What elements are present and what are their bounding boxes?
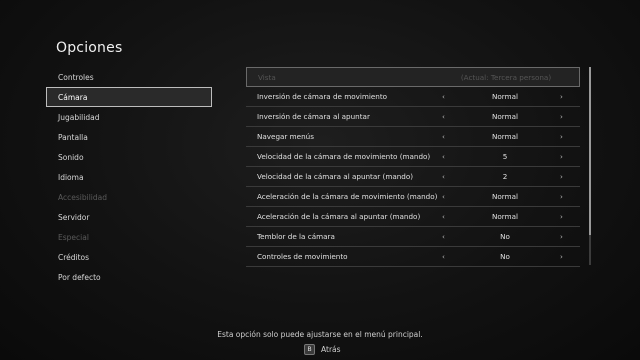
chevron-right-icon[interactable]: › bbox=[560, 127, 563, 147]
back-label: Atrás bbox=[321, 345, 341, 354]
scrollbar[interactable] bbox=[589, 67, 591, 265]
chevron-right-icon[interactable]: › bbox=[560, 167, 563, 187]
setting-label: Controles de movimiento bbox=[257, 252, 348, 261]
setting-row-velocidad-movimiento[interactable]: Velocidad de la cámara de movimiento (ma… bbox=[246, 147, 580, 167]
setting-label: Velocidad de la cámara al apuntar (mando… bbox=[257, 172, 414, 181]
chevron-right-icon[interactable]: › bbox=[560, 207, 563, 227]
sidebar-item-jugabilidad[interactable]: Jugabilidad bbox=[46, 107, 212, 127]
setting-value: Normal bbox=[491, 92, 518, 101]
sidebar-item-creditos[interactable]: Créditos bbox=[46, 247, 212, 267]
setting-row-vista: Vista (Actual: Tercera persona) bbox=[246, 67, 580, 87]
setting-label: Vista bbox=[258, 73, 276, 82]
scrollbar-thumb[interactable] bbox=[589, 67, 591, 235]
setting-label: Inversión de cámara al apuntar bbox=[257, 112, 370, 121]
setting-value: Normal bbox=[491, 112, 518, 121]
setting-value: No bbox=[500, 252, 510, 261]
chevron-left-icon[interactable]: ‹ bbox=[442, 187, 445, 207]
setting-row-controles-movimiento[interactable]: Controles de movimiento ‹ No › bbox=[246, 247, 580, 267]
setting-value: Normal bbox=[491, 192, 518, 201]
setting-row-aceleracion-movimiento[interactable]: Aceleración de la cámara de movimiento (… bbox=[246, 187, 580, 207]
chevron-left-icon[interactable]: ‹ bbox=[442, 227, 445, 247]
setting-row-inversion-apuntar[interactable]: Inversión de cámara al apuntar ‹ Normal … bbox=[246, 107, 580, 127]
chevron-left-icon[interactable]: ‹ bbox=[442, 167, 445, 187]
options-screen: Opciones Controles Cámara Jugabilidad Pa… bbox=[0, 0, 640, 360]
page-title: Opciones bbox=[56, 40, 123, 56]
chevron-right-icon[interactable]: › bbox=[560, 187, 563, 207]
chevron-left-icon[interactable]: ‹ bbox=[442, 127, 445, 147]
chevron-right-icon[interactable]: › bbox=[560, 147, 563, 167]
sidebar-item-accesibilidad: Accesibilidad bbox=[58, 193, 107, 202]
chevron-right-icon[interactable]: › bbox=[560, 107, 563, 127]
setting-row-navegar-menus[interactable]: Navegar menús ‹ Normal › bbox=[246, 127, 580, 147]
setting-value: Normal bbox=[491, 212, 518, 221]
sidebar-item-idioma[interactable]: Idioma bbox=[46, 167, 212, 187]
setting-label: Aceleración de la cámara al apuntar (man… bbox=[257, 212, 421, 221]
setting-label: Velocidad de la cámara de movimiento (ma… bbox=[257, 152, 431, 161]
setting-label: Navegar menús bbox=[257, 132, 314, 141]
b-button-icon: B bbox=[304, 344, 315, 355]
sidebar-item-camara[interactable]: Cámara bbox=[46, 87, 212, 107]
chevron-left-icon[interactable]: ‹ bbox=[442, 207, 445, 227]
setting-label: Inversión de cámara de movimiento bbox=[257, 92, 388, 101]
chevron-right-icon[interactable]: › bbox=[560, 247, 563, 267]
setting-row-velocidad-apuntar[interactable]: Velocidad de la cámara al apuntar (mando… bbox=[246, 167, 580, 187]
setting-label: Temblor de la cámara bbox=[257, 232, 335, 241]
setting-value: 2 bbox=[502, 172, 508, 181]
sidebar-item-servidor[interactable]: Servidor bbox=[46, 207, 212, 227]
sidebar-item-por-defecto[interactable]: Por defecto bbox=[46, 267, 212, 287]
sidebar-item-especial: Especial bbox=[58, 233, 89, 242]
sidebar-item-sonido[interactable]: Sonido bbox=[46, 147, 212, 167]
setting-value: Normal bbox=[491, 132, 518, 141]
chevron-right-icon[interactable]: › bbox=[560, 87, 563, 107]
setting-value: 5 bbox=[502, 152, 508, 161]
sidebar-item-pantalla[interactable]: Pantalla bbox=[46, 127, 212, 147]
chevron-left-icon[interactable]: ‹ bbox=[442, 87, 445, 107]
chevron-left-icon[interactable]: ‹ bbox=[442, 147, 445, 167]
footer-hint: Esta opción solo puede ajustarse en el m… bbox=[217, 330, 423, 339]
back-button[interactable]: B Atrás bbox=[304, 344, 341, 355]
chevron-left-icon[interactable]: ‹ bbox=[442, 107, 445, 127]
setting-label: Aceleración de la cámara de movimiento (… bbox=[257, 192, 438, 201]
sidebar-item-controles[interactable]: Controles bbox=[46, 67, 212, 87]
setting-row-inversion-movimiento[interactable]: Inversión de cámara de movimiento ‹ Norm… bbox=[246, 87, 580, 107]
sidebar: Controles Cámara Jugabilidad Pantalla So… bbox=[46, 67, 212, 287]
setting-row-aceleracion-apuntar[interactable]: Aceleración de la cámara al apuntar (man… bbox=[246, 207, 580, 227]
settings-list: Vista (Actual: Tercera persona) Inversió… bbox=[246, 67, 580, 267]
setting-value: No bbox=[500, 232, 510, 241]
chevron-left-icon[interactable]: ‹ bbox=[442, 247, 445, 267]
setting-value: (Actual: Tercera persona) bbox=[460, 73, 552, 82]
chevron-right-icon[interactable]: › bbox=[560, 227, 563, 247]
setting-row-temblor-camara[interactable]: Temblor de la cámara ‹ No › bbox=[246, 227, 580, 247]
